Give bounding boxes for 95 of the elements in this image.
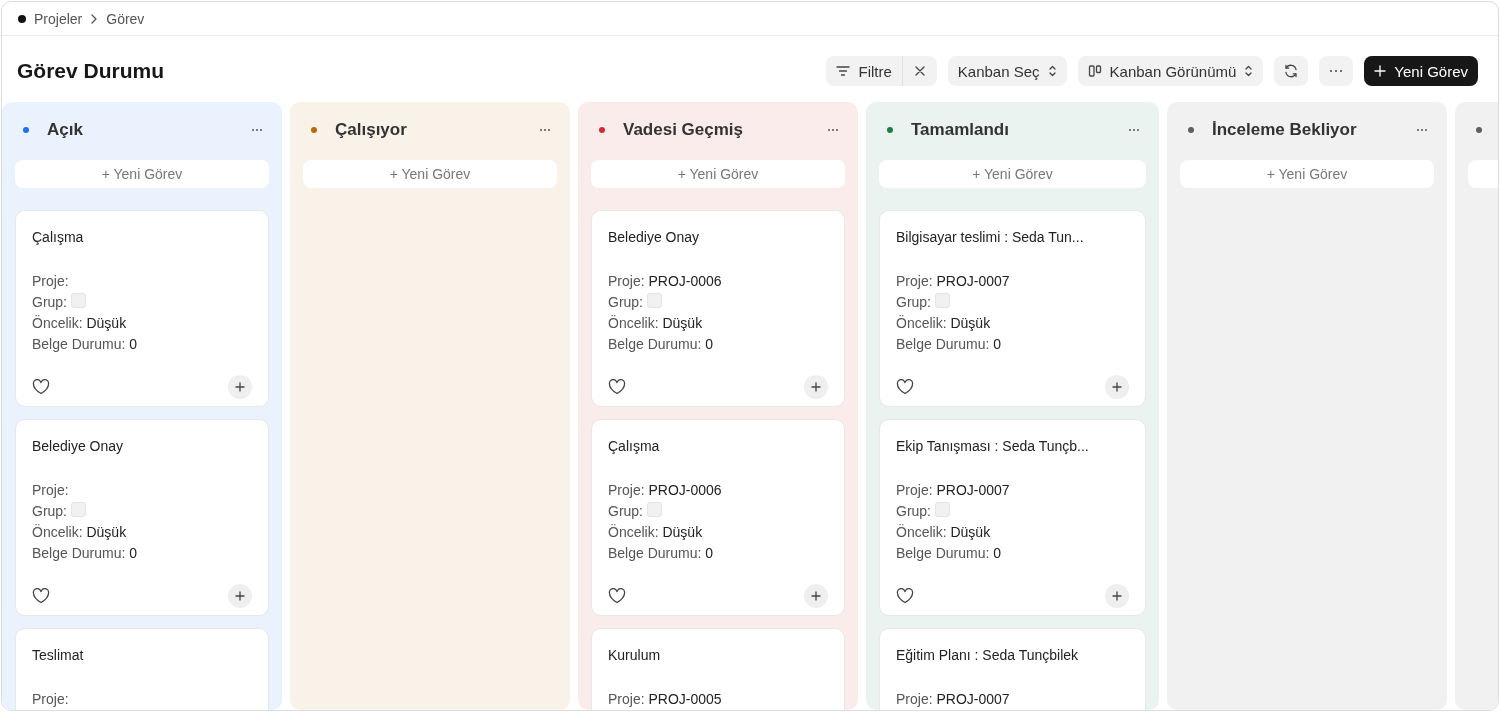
add-button[interactable]	[1105, 375, 1129, 399]
more-icon[interactable]	[1128, 128, 1140, 132]
card-field: Belge Durumu: 0	[608, 334, 828, 355]
plus-icon	[811, 382, 821, 392]
plus-icon	[1112, 591, 1122, 601]
card-field: Grup:	[896, 292, 1129, 313]
card-field: Proje:	[32, 689, 252, 710]
task-card[interactable]: Bilgisayar teslimi : Seda Tun... Proje: PROJ-0007 Grup: Öncelik: Düşük Belge Durumu: 0	[879, 210, 1146, 407]
card-field: Belge Durumu: 0	[608, 543, 828, 564]
card-field: Öncelik: Düşük	[608, 522, 828, 543]
heart-icon[interactable]	[32, 379, 50, 395]
card-field: Proje:	[32, 480, 252, 501]
heart-icon[interactable]	[608, 588, 626, 604]
card-field: Grup:	[32, 292, 252, 313]
task-card[interactable]: Belediye Onay Proje: Grup: Öncelik: Düşük Belge Durumu: 0	[15, 419, 269, 616]
add-task-button[interactable]: + Yeni Görev	[591, 160, 845, 188]
card-title: Belediye Onay	[608, 229, 701, 247]
heart-icon[interactable]	[896, 379, 914, 395]
card-field: Grup:	[608, 292, 828, 313]
add-task-button[interactable]: + Yeni Görev	[15, 160, 269, 188]
more-icon[interactable]	[251, 128, 263, 132]
plus-icon	[235, 591, 245, 601]
card-field: Proje: PROJ-0007	[896, 271, 1129, 292]
card-field: Proje: PROJ-0007	[896, 689, 1129, 710]
column-title: Vadesi Geçmiş	[623, 120, 745, 140]
task-card[interactable]: Ekip Tanışması : Seda Tunçb... Proje: PROJ-0007 Grup: Öncelik: Düşük Belge Durumu: 0	[879, 419, 1146, 616]
card-field: Belge Durumu: 0	[32, 543, 252, 564]
filter-icon	[836, 65, 851, 77]
add-task-button[interactable]: + Yeni Görev	[303, 160, 557, 188]
card-title: Bilgisayar teslimi : Seda Tun...	[896, 229, 1085, 247]
card-field: Grup:	[608, 501, 828, 522]
card-field: Öncelik: Düşük	[896, 313, 1129, 334]
card-title: Eğitim Planı : Seda Tunçbilek	[896, 647, 1080, 665]
plus-icon	[1374, 65, 1387, 77]
card-field: Proje: PROJ-0007	[896, 480, 1129, 501]
card-field: Öncelik: Düşük	[32, 313, 252, 334]
task-card[interactable]: Çalışma Proje: Grup: Öncelik: Düşük Belge Durumu: 0	[15, 210, 269, 407]
card-field: Proje:	[32, 271, 252, 292]
more-icon	[1329, 69, 1344, 73]
card-field: Grup:	[32, 501, 252, 522]
task-card[interactable]: Kurulum Proje: PROJ-0005	[591, 628, 845, 710]
card-title: Çalışma	[608, 438, 661, 456]
card-title: Ekip Tanışması : Seda Tunçb...	[896, 438, 1090, 456]
card-field: Öncelik: Düşük	[32, 522, 252, 543]
card-field: Proje: PROJ-0006	[608, 480, 828, 501]
card-field: Belge Durumu: 0	[32, 334, 252, 355]
card-field: Proje: PROJ-0005	[608, 689, 828, 710]
updown-caret-icon	[1047, 65, 1057, 77]
card-title: Teslimat	[32, 647, 85, 665]
column-title: İnceleme Bekliyor	[1212, 120, 1358, 140]
chevron-right-icon	[90, 13, 99, 24]
refresh-button[interactable]	[1274, 56, 1309, 86]
add-button[interactable]	[228, 375, 252, 399]
new-task-button[interactable]: Yeni Görev	[1364, 56, 1478, 86]
heart-icon[interactable]	[608, 379, 626, 395]
add-button[interactable]	[228, 584, 252, 608]
updown-caret-icon	[1244, 65, 1254, 77]
heart-icon[interactable]	[896, 588, 914, 604]
heart-icon[interactable]	[32, 588, 50, 604]
refresh-icon	[1283, 63, 1300, 79]
more-icon[interactable]	[1416, 128, 1428, 132]
task-card[interactable]: Teslimat Proje:	[15, 628, 269, 710]
card-title: Çalışma	[32, 229, 85, 247]
card-field: Proje: PROJ-0006	[608, 271, 828, 292]
task-card[interactable]: Belediye Onay Proje: PROJ-0006 Grup: Öncelik: Düşük Belge Durumu: 0	[591, 210, 845, 407]
add-task-button[interactable]: + Yeni Görev	[1180, 160, 1434, 188]
column-title: Çalışıyor	[335, 120, 408, 140]
card-field: Öncelik: Düşük	[896, 522, 1129, 543]
add-button[interactable]	[804, 375, 828, 399]
card-field: Belge Durumu: 0	[896, 543, 1129, 564]
breadcrumb-link[interactable]: Projeler	[34, 10, 83, 27]
task-card[interactable]: Eğitim Planı : Seda Tunçbilek Proje: PROJ-0007	[879, 628, 1146, 710]
view-dropdown[interactable]: Kanban Görünümü	[1077, 56, 1264, 86]
add-task-button[interactable]: + Yeni Görev	[879, 160, 1146, 188]
add-button[interactable]	[1105, 584, 1129, 608]
page-title: Görev Durumu	[17, 59, 165, 83]
card-title: Kurulum	[608, 647, 662, 665]
card-field: Öncelik: Düşük	[608, 313, 828, 334]
more-icon[interactable]	[827, 128, 839, 132]
plus-icon	[1112, 382, 1122, 392]
plus-icon	[235, 382, 245, 392]
add-button[interactable]	[804, 584, 828, 608]
column-title: Tamamlandı	[911, 120, 1010, 140]
more-icon[interactable]	[539, 128, 551, 132]
card-title: Belediye Onay	[32, 438, 125, 456]
circle-icon	[18, 14, 26, 23]
breadcrumb-link[interactable]: Görev	[106, 10, 145, 27]
close-icon	[914, 66, 925, 76]
card-field: Belge Durumu: 0	[896, 334, 1129, 355]
task-card[interactable]: Çalışma Proje: PROJ-0006 Grup: Öncelik: Düşük Belge Durumu: 0	[591, 419, 845, 616]
plus-icon	[811, 591, 821, 601]
card-field: Grup:	[896, 501, 1129, 522]
column-title: Açık	[47, 120, 84, 140]
kanban-select-dropdown[interactable]: Kanban Seç	[947, 56, 1067, 86]
columns-icon	[1087, 64, 1102, 78]
